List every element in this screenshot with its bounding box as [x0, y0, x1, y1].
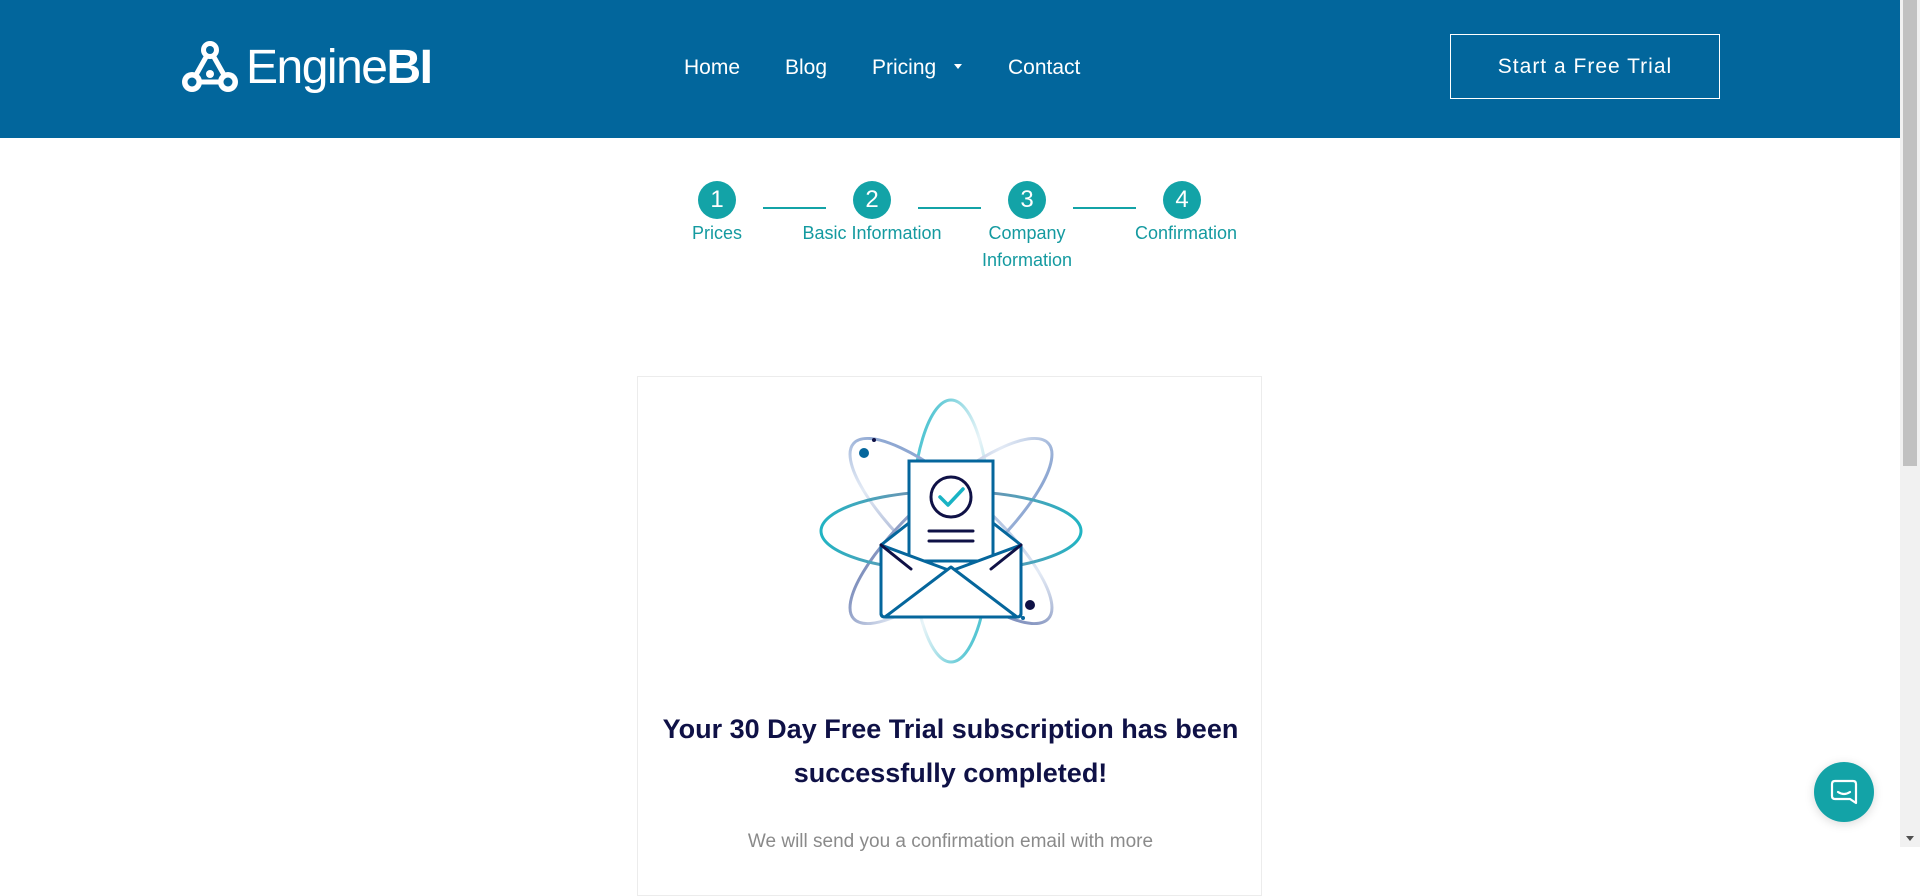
scrollbar-thumb[interactable]: [1903, 0, 1917, 466]
confirmation-message: We will send you a confirmation email wi…: [747, 831, 1154, 852]
chat-launcher-button[interactable]: [1814, 762, 1874, 822]
envelope-check-atom-icon: [815, 395, 1087, 667]
step-3-label: Company Information: [981, 223, 1073, 270]
step-4-label: Confirmation: [1134, 223, 1238, 243]
step-2-number: 2: [853, 181, 891, 219]
step-connector: [918, 207, 981, 209]
step-4-number: 4: [1163, 181, 1201, 219]
page-scrollbar[interactable]: [1900, 0, 1920, 847]
step-3-number: 3: [1008, 181, 1046, 219]
scroll-down-arrow-icon[interactable]: [1906, 836, 1914, 841]
confirmation-title: Your 30 Day Free Trial subscription has …: [662, 714, 1239, 788]
step-1-label: Prices: [691, 223, 742, 243]
progress-steps: 1 Prices 2 Basic Information 3 Company I…: [0, 0, 1900, 300]
chat-icon: [1830, 778, 1858, 806]
step-1-number: 1: [698, 181, 736, 219]
step-connector: [1073, 207, 1136, 209]
confirmation-card: Your 30 Day Free Trial subscription has …: [637, 376, 1262, 896]
step-2-label: Basic Information: [802, 223, 942, 243]
step-connector: [763, 207, 826, 209]
